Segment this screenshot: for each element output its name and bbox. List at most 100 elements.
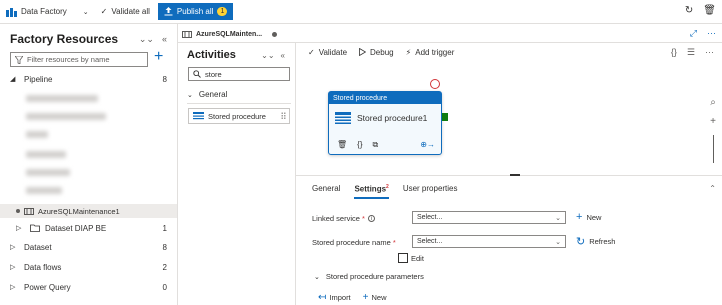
data-factory-icon bbox=[6, 7, 17, 17]
data-factory-menu[interactable]: Data Factory ⌄ bbox=[0, 0, 95, 24]
dataset-label: Dataset bbox=[24, 242, 52, 252]
debug-label: Debug bbox=[370, 47, 394, 57]
check-icon: ✓ bbox=[308, 47, 315, 57]
blurred-pipeline-item[interactable] bbox=[26, 187, 62, 194]
copy-icon[interactable]: ⧉ bbox=[373, 140, 379, 150]
new-linked-service-button[interactable]: + New bbox=[576, 211, 601, 223]
edit-label: Edit bbox=[411, 253, 424, 263]
publish-count-badge: 1 bbox=[217, 7, 228, 16]
new-parameter-button[interactable]: + New bbox=[363, 292, 387, 303]
validate-button[interactable]: ✓ Validate bbox=[308, 48, 347, 57]
sp-name-value: Select... bbox=[417, 238, 443, 245]
delete-icon[interactable]: 🗑 bbox=[337, 140, 347, 150]
caret-right-icon: ▷ bbox=[16, 225, 22, 232]
pipeline-count: 8 bbox=[162, 74, 167, 84]
plus-icon: + bbox=[362, 292, 369, 303]
blurred-pipeline-item[interactable] bbox=[26, 113, 106, 120]
collapse-all-icon[interactable]: ⌄⌄ bbox=[139, 34, 154, 45]
resize-handle[interactable] bbox=[510, 174, 520, 176]
code-icon[interactable]: {} bbox=[357, 140, 362, 150]
collapse-panel-icon[interactable]: ⌃ bbox=[709, 184, 716, 193]
sp-name-select[interactable]: Select... ⌄ bbox=[412, 235, 566, 248]
search-value: store bbox=[205, 69, 222, 79]
data-factory-label: Data Factory bbox=[21, 7, 67, 16]
sp-params-section[interactable]: ⌄ Stored procedure parameters bbox=[314, 272, 424, 281]
blurred-pipeline-item[interactable] bbox=[26, 131, 48, 138]
linked-service-value: Select... bbox=[417, 214, 443, 221]
info-icon[interactable]: i bbox=[367, 215, 375, 222]
activity-label: Stored procedure bbox=[208, 111, 266, 121]
tab-settings[interactable]: Settings2 bbox=[354, 184, 389, 199]
pipeline-item-selected[interactable]: AzureSQLMaintenance1 bbox=[0, 204, 177, 218]
pipeline-section[interactable]: ◢ Pipeline 8 bbox=[0, 72, 177, 86]
dataset-section[interactable]: ▷ Dataset 8 bbox=[0, 240, 177, 254]
publish-all-button[interactable]: Publish all 1 bbox=[157, 3, 234, 20]
trigger-icon: ⚡ bbox=[405, 47, 412, 57]
activities-panel: Activities ⌄⌄ « store ⌄ General Stored p… bbox=[178, 43, 296, 305]
code-icon[interactable]: {} bbox=[671, 47, 677, 58]
edit-checkbox[interactable] bbox=[398, 253, 408, 263]
more-icon[interactable]: ··· bbox=[705, 47, 714, 58]
publish-all-label: Publish all bbox=[176, 7, 214, 16]
pipeline-canvas[interactable]: Stored procedure Stored procedure1 🗑 {} … bbox=[296, 61, 722, 175]
properties-panel: General Settings2 User properties ⌃ Link… bbox=[296, 174, 722, 305]
more-icon[interactable]: ··· bbox=[707, 28, 716, 39]
edit-checkbox-row[interactable]: Edit bbox=[398, 253, 424, 263]
divider bbox=[187, 103, 291, 104]
add-output-icon[interactable]: ⊕→ bbox=[420, 140, 435, 150]
powerquery-section[interactable]: ▷ Power Query 0 bbox=[0, 280, 177, 294]
tab-label: AzureSQLMainten... bbox=[196, 30, 263, 38]
collapse-panel-icon[interactable]: « bbox=[162, 34, 167, 45]
upload-icon bbox=[164, 7, 173, 16]
filter-icon bbox=[15, 55, 23, 64]
pipeline-toolbar: ✓ Validate Debug ⚡ Add trigger {} ☰ ··· bbox=[296, 43, 722, 61]
tab-general[interactable]: General bbox=[312, 184, 340, 199]
blurred-pipeline-item[interactable] bbox=[26, 151, 66, 158]
expand-icon[interactable]: ⤢ bbox=[690, 28, 697, 39]
node-name: Stored procedure1 bbox=[357, 113, 428, 123]
drag-handle-icon[interactable] bbox=[281, 112, 286, 120]
filter-placeholder: Filter resources by name bbox=[27, 55, 110, 64]
properties-icon[interactable]: ☰ bbox=[687, 47, 695, 58]
play-icon bbox=[359, 48, 367, 56]
add-resource-button[interactable]: + bbox=[154, 48, 163, 66]
caret-down-icon: ◢ bbox=[10, 76, 16, 83]
sp-name-label: Stored procedure name bbox=[312, 238, 391, 247]
powerquery-count: 0 bbox=[162, 282, 167, 292]
filter-resources-input[interactable]: Filter resources by name bbox=[10, 52, 148, 67]
add-trigger-button[interactable]: ⚡ Add trigger bbox=[406, 48, 455, 57]
blurred-pipeline-item[interactable] bbox=[26, 95, 98, 102]
linked-service-label-row: Linked service * i bbox=[312, 214, 375, 223]
zoom-search-icon[interactable]: ⌕ bbox=[710, 97, 716, 108]
refresh-label: Refresh bbox=[589, 237, 616, 246]
debug-button[interactable]: Debug bbox=[359, 48, 394, 57]
chevron-down-icon: ⌄ bbox=[555, 214, 561, 222]
stored-procedure-icon bbox=[193, 111, 204, 119]
zoom-in-icon[interactable]: + bbox=[710, 116, 716, 127]
import-button[interactable]: ↤ Import bbox=[318, 292, 351, 303]
collapse-panel-icon[interactable]: « bbox=[281, 51, 285, 60]
validate-all-button[interactable]: ✓ Validate all bbox=[95, 0, 156, 24]
activity-stored-procedure[interactable]: Stored procedure bbox=[188, 108, 290, 124]
dataset-folder-row[interactable]: ▷ Dataset DIAP BE 1 bbox=[0, 221, 177, 235]
dataflows-section[interactable]: ▷ Data flows 2 bbox=[0, 260, 177, 274]
blurred-pipeline-item[interactable] bbox=[26, 169, 70, 176]
stored-procedure-activity-node[interactable]: Stored procedure Stored procedure1 🗑 {} … bbox=[328, 91, 442, 155]
activities-search-input[interactable]: store bbox=[188, 67, 290, 81]
zoom-slider[interactable] bbox=[712, 135, 714, 163]
refresh-button[interactable]: ↻ Refresh bbox=[576, 235, 615, 248]
folder-icon bbox=[30, 224, 40, 232]
linked-service-select[interactable]: Select... ⌄ bbox=[412, 211, 566, 224]
tab-pipeline[interactable]: AzureSQLMainten... bbox=[182, 26, 278, 42]
failure-output-handle[interactable] bbox=[430, 79, 440, 89]
node-header: Stored procedure bbox=[329, 92, 441, 104]
plus-icon: + bbox=[576, 211, 583, 223]
top-bar: Data Factory ⌄ ✓ Validate all Publish al… bbox=[0, 0, 722, 24]
discard-icon[interactable]: 🗑 bbox=[703, 5, 716, 16]
refresh-icon[interactable]: ↻ bbox=[685, 5, 693, 16]
tab-user-properties[interactable]: User properties bbox=[403, 184, 458, 199]
collapse-all-icon[interactable]: ⌄⌄ bbox=[261, 51, 274, 60]
general-group[interactable]: ⌄ General bbox=[187, 90, 227, 99]
success-output-handle[interactable] bbox=[442, 113, 448, 121]
required-marker: * bbox=[361, 214, 365, 223]
